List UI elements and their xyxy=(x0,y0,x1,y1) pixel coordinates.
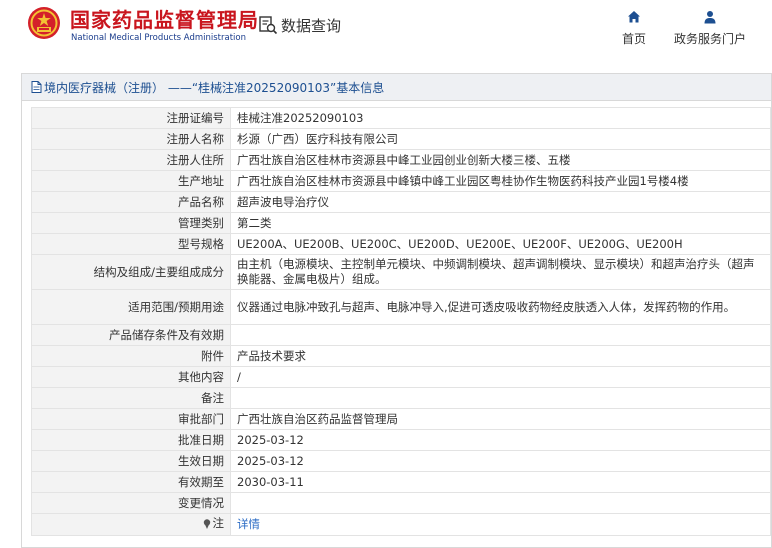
row-value: UE200A、UE200B、UE200C、UE200D、UE200E、UE200… xyxy=(230,233,771,255)
row-key: 其他内容 xyxy=(31,366,231,388)
row-key: 管理类别 xyxy=(31,212,231,234)
row-key: 注册人住所 xyxy=(31,149,231,171)
row-key: 产品名称 xyxy=(31,191,231,213)
nav-home-label: 首页 xyxy=(621,32,646,46)
row-key: 适用范围/预期用途 xyxy=(31,289,231,325)
row-key: 型号规格 xyxy=(31,233,231,255)
table-row: 注册人住所 广西壮族自治区桂林市资源县中峰工业园创业创新大楼三楼、五楼 xyxy=(31,149,771,171)
data-query-title: 数据查询 xyxy=(258,14,341,36)
row-key: 变更情况 xyxy=(31,492,231,514)
row-value: 广西壮族自治区桂林市资源县中峰镇中峰工业园区粤桂协作生物医药科技产业园1号楼4楼 xyxy=(230,170,771,192)
row-value: 产品技术要求 xyxy=(230,345,771,367)
row-key: 有效期至 xyxy=(31,471,231,493)
row-value: 桂械注准20252090103 xyxy=(230,107,771,129)
document-icon xyxy=(31,81,42,93)
row-value: / xyxy=(230,366,771,388)
table-row: 产品名称 超声波电导治疗仪 xyxy=(31,191,771,213)
table-row: 适用范围/预期用途 仪器通过电脉冲致孔与超声、电脉冲导入,促进可透皮吸收药物经皮… xyxy=(31,289,771,325)
table-row: 附件 产品技术要求 xyxy=(31,345,771,367)
pin-icon xyxy=(203,518,210,529)
nav-service-portal[interactable]: 政务服务门户 xyxy=(668,10,752,47)
nav-home[interactable]: 首页 xyxy=(604,10,664,47)
row-value: 2025-03-12 xyxy=(230,450,771,472)
nav-portal-label: 政务服务门户 xyxy=(673,32,746,46)
row-key: 注册人名称 xyxy=(31,128,231,150)
row-key: 注册证编号 xyxy=(31,107,231,129)
table-row: 结构及组成/主要组成成分 由主机（电源模块、主控制单元模块、中频调制模块、超声调… xyxy=(31,254,771,290)
row-value xyxy=(230,492,771,514)
row-key: 审批部门 xyxy=(31,408,231,430)
table-row: 批准日期 2025-03-12 xyxy=(31,429,771,451)
table-row: 备注 xyxy=(31,387,771,409)
table-row: 有效期至 2030-03-11 xyxy=(31,471,771,493)
data-search-icon xyxy=(259,16,278,35)
row-key: 生产地址 xyxy=(31,170,231,192)
row-value xyxy=(230,387,771,409)
home-icon xyxy=(628,11,640,23)
row-key-note: 注 xyxy=(31,513,231,536)
device-info-table: 注册证编号 桂械注准20252090103 注册人名称 杉源（广西）医疗科技有限… xyxy=(31,107,771,536)
table-row: 生效日期 2025-03-12 xyxy=(31,450,771,472)
row-value: 杉源（广西）医疗科技有限公司 xyxy=(230,128,771,150)
panel-title: 境内医疗器械（注册） ——“桂械注准20252090103”基本信息 xyxy=(44,80,385,95)
row-key: 附件 xyxy=(31,345,231,367)
row-value: 广西壮族自治区药品监督管理局 xyxy=(230,408,771,430)
device-info-panel: 境内医疗器械（注册） ——“桂械注准20252090103”基本信息 注册证编号… xyxy=(21,73,772,548)
table-row: 其他内容 / xyxy=(31,366,771,388)
table-row: 生产地址 广西壮族自治区桂林市资源县中峰镇中峰工业园区粤桂协作生物医药科技产业园… xyxy=(31,170,771,192)
org-name-cn[interactable]: 国家药品监督管理局 xyxy=(70,8,259,32)
table-row: 注 详情 xyxy=(31,513,771,536)
table-row: 注册人名称 杉源（广西）医疗科技有限公司 xyxy=(31,128,771,150)
panel-header: 境内医疗器械（注册） ——“桂械注准20252090103”基本信息 xyxy=(22,74,771,101)
row-value: 广西壮族自治区桂林市资源县中峰工业园创业创新大楼三楼、五楼 xyxy=(230,149,771,171)
row-value: 2030-03-11 xyxy=(230,471,771,493)
section-title-text: 数据查询 xyxy=(281,16,342,35)
row-value: 2025-03-12 xyxy=(230,429,771,451)
details-link[interactable]: 详情 xyxy=(237,517,260,531)
note-key: 注 xyxy=(203,516,225,531)
row-key: 备注 xyxy=(31,387,231,409)
row-key: 生效日期 xyxy=(31,450,231,472)
row-value: 第二类 xyxy=(230,212,771,234)
row-value: 由主机（电源模块、主控制单元模块、中频调制模块、超声调制模块、显示模块）和超声治… xyxy=(230,254,771,290)
table-row: 注册证编号 桂械注准20252090103 xyxy=(31,107,771,129)
row-key: 批准日期 xyxy=(31,429,231,451)
org-name-en: National Medical Products Administration xyxy=(71,33,246,43)
site-header: 国家药品监督管理局 National Medical Products Admi… xyxy=(0,0,772,58)
national-emblem-icon[interactable] xyxy=(27,6,61,40)
table-row: 管理类别 第二类 xyxy=(31,212,771,234)
row-value: 仪器通过电脉冲致孔与超声、电脉冲导入,促进可透皮吸收药物经皮肤透入人体，发挥药物… xyxy=(230,289,771,325)
table-row: 产品储存条件及有效期 xyxy=(31,324,771,346)
row-value: 超声波电导治疗仪 xyxy=(230,191,771,213)
table-row: 变更情况 xyxy=(31,492,771,514)
table-row: 型号规格 UE200A、UE200B、UE200C、UE200D、UE200E、… xyxy=(31,233,771,255)
table-row: 审批部门 广西壮族自治区药品监督管理局 xyxy=(31,408,771,430)
row-value: 详情 xyxy=(230,513,771,536)
user-icon xyxy=(704,11,716,24)
row-value xyxy=(230,324,771,346)
row-key: 产品储存条件及有效期 xyxy=(31,324,231,346)
row-key: 结构及组成/主要组成成分 xyxy=(31,254,231,290)
note-key-label: 注 xyxy=(212,516,225,530)
